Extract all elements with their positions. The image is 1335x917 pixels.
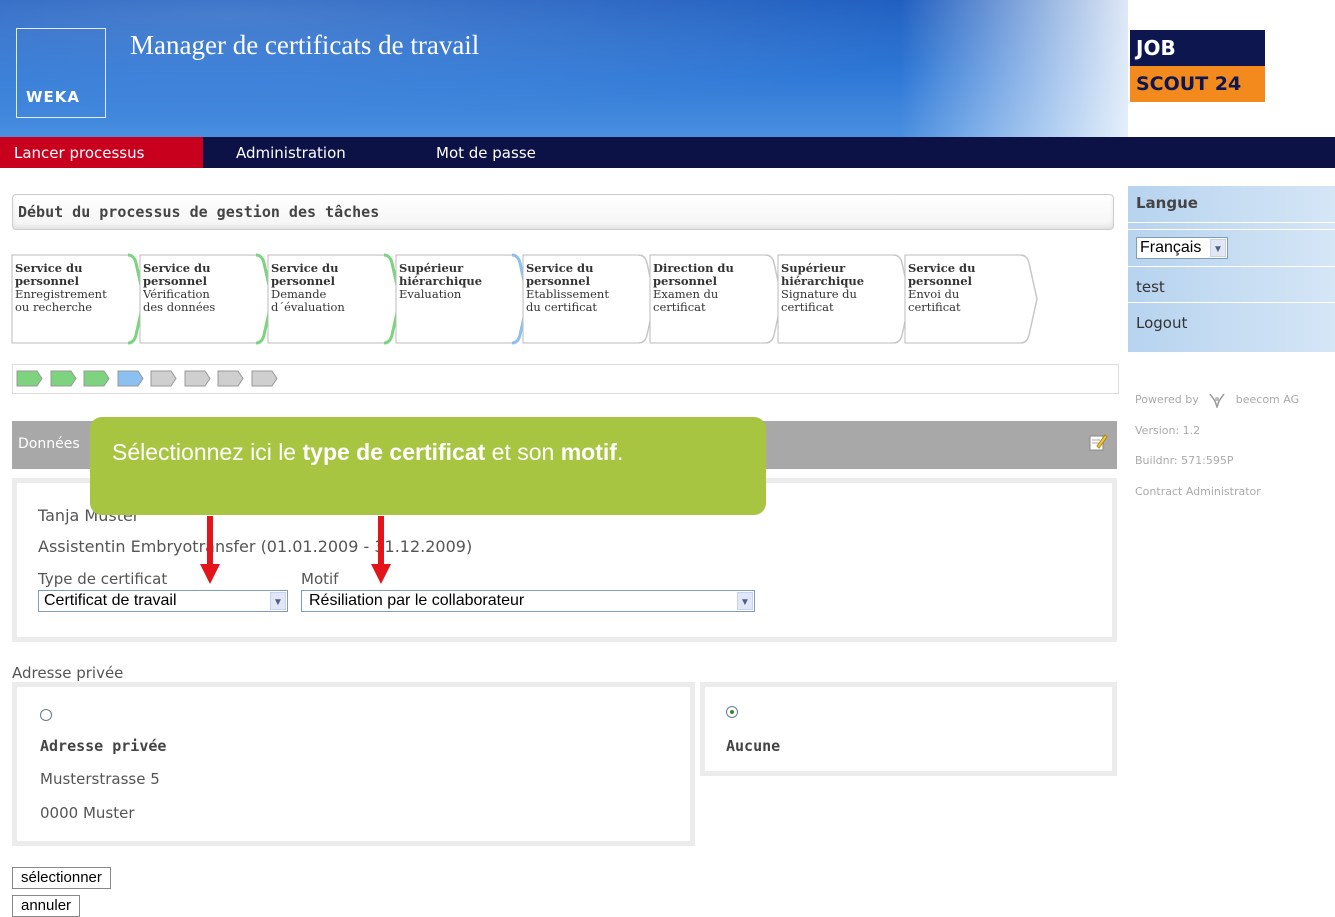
process-step-line: Evaluation	[399, 287, 462, 301]
jobscout-logo-top: JOB	[1130, 30, 1265, 66]
select-button[interactable]: sélectionner	[12, 867, 111, 889]
language-select[interactable]: Français ▼	[1136, 237, 1228, 259]
process-step-line: d´évaluation	[271, 300, 345, 314]
progress-chip	[251, 370, 278, 387]
process-step-line: du certificat	[526, 300, 598, 314]
employee-job: Assistentin Embryotransfer (01.01.2009 -…	[38, 537, 473, 556]
jobscout-logo: JOB SCOUT 24	[1130, 30, 1265, 102]
process-step-label: Service du personnel Enregistrement ou rech…	[15, 262, 107, 314]
progress-chip	[150, 370, 177, 387]
process-step: Service du personnel Enregistrement ou rech…	[10, 253, 146, 345]
private-address-section-label: Adresse privée	[12, 664, 124, 682]
powered-by-line: Powered by beecom AG	[1135, 392, 1300, 410]
process-step-line: certificat	[908, 300, 961, 314]
progress-chip	[16, 370, 43, 387]
no-address-radio[interactable]	[726, 706, 738, 718]
progress-track	[12, 364, 1119, 394]
nav-administration[interactable]: Administration	[236, 137, 346, 168]
data-section-title: Données	[18, 436, 80, 452]
process-step-label: Service du personnel Demande d´évaluation	[271, 262, 345, 314]
sidebar-divider	[1128, 302, 1335, 303]
chevron-down-icon: ▼	[737, 592, 753, 610]
process-step-label: Supérieur hiérarchique Evaluation	[399, 262, 482, 301]
process-step: Supérieur hiérarchique Evaluation	[394, 253, 530, 345]
process-step-label: Service du personnel Vérification des donné…	[143, 262, 215, 314]
progress-chip	[217, 370, 244, 387]
edit-icon[interactable]	[1088, 432, 1108, 452]
progress-chip	[83, 370, 110, 387]
beecom-logo-icon	[1209, 393, 1225, 410]
chevron-down-icon: ▼	[270, 592, 286, 610]
progress-chip	[117, 370, 144, 387]
no-address-option	[700, 682, 1117, 776]
language-select-value: Français	[1140, 239, 1202, 256]
callout-text: Sélectionnez ici le type de certificat e…	[112, 435, 732, 469]
process-step: Service du personnel Demande d´évaluation	[266, 253, 402, 345]
tutorial-callout: Sélectionnez ici le type de certificat e…	[90, 417, 766, 515]
logout-link[interactable]: Logout	[1136, 314, 1187, 332]
process-step: Service du personnel Etablissement du certi…	[521, 253, 656, 345]
cancel-button[interactable]: annuler	[12, 895, 81, 917]
nav-lancer-processus[interactable]: Lancer processus	[0, 137, 203, 168]
sidebar-divider	[1128, 266, 1335, 267]
private-address-radio[interactable]	[40, 709, 52, 721]
certificate-type-label: Type de certificat	[38, 570, 168, 588]
main-nav: Lancer processus Administration Mot de p…	[0, 137, 1335, 168]
callout-emphasis: type de certificat	[302, 439, 486, 465]
nav-mot-de-passe[interactable]: Mot de passe	[436, 137, 536, 168]
chevron-down-icon: ▼	[1210, 239, 1226, 257]
process-step-label: Direction du personnel Examen du certificat	[653, 262, 734, 314]
version-info: Version: 1.2	[1135, 424, 1201, 437]
address-street: Musterstrasse 5	[40, 770, 160, 788]
callout-text-part: .	[616, 439, 624, 465]
header-fade	[900, 0, 1140, 137]
process-step: Direction du personnel Examen du certificat	[648, 253, 783, 345]
progress-chip	[184, 370, 211, 387]
callout-emphasis: motif	[560, 439, 617, 465]
no-address-title: Aucune	[726, 737, 781, 755]
process-step-line: des données	[143, 300, 216, 314]
app-title: Manager de certificats de travail	[130, 30, 480, 60]
process-step: Service du personnel Envoi du certificat	[903, 253, 1038, 345]
language-heading: Langue	[1128, 186, 1335, 223]
current-user: test	[1136, 278, 1165, 296]
process-step-label: Service du personnel Envoi du certificat	[908, 262, 975, 314]
process-step-line: certificat	[781, 300, 834, 314]
language-title: Langue	[1136, 194, 1198, 212]
process-step: Supérieur hiérarchique Signature du certifi…	[776, 253, 911, 345]
certificate-type-value: Certificat de travail	[44, 592, 177, 609]
callout-text-part: et son	[485, 439, 561, 465]
process-step-line: certificat	[653, 300, 706, 314]
private-address-title: Adresse privée	[40, 737, 167, 755]
jobscout-logo-bottom: SCOUT 24	[1130, 66, 1265, 102]
process-step-label: Service du personnel Etablissement du certi…	[526, 262, 609, 314]
motif-label: Motif	[301, 570, 339, 588]
company-name: beecom AG	[1235, 393, 1300, 406]
arrow-down-icon	[200, 516, 220, 584]
build-info: Buildnr: 571:595P	[1135, 454, 1234, 467]
arrow-down-icon	[371, 516, 391, 584]
process-step-label: Supérieur hiérarchique Signature du certifi…	[781, 262, 864, 314]
role-info: Contract Administrator	[1135, 485, 1261, 498]
process-title: Début du processus de gestion des tâches	[18, 203, 380, 221]
radio-selected-dot	[730, 710, 734, 714]
address-city: 0000 Muster	[40, 804, 135, 822]
process-step-line: ou recherche	[15, 300, 93, 314]
weka-logo: WEKA	[26, 88, 81, 106]
certificate-type-select[interactable]: Certificat de travail ▼	[38, 590, 288, 612]
callout-text-part: Sélectionnez ici le	[112, 439, 303, 465]
progress-chip	[50, 370, 77, 387]
powered-by-label: Powered by	[1135, 393, 1199, 406]
sidebar-divider	[1128, 229, 1335, 230]
motif-select[interactable]: Résiliation par le collaborateur ▼	[301, 590, 755, 612]
motif-value: Résiliation par le collaborateur	[309, 592, 525, 609]
process-step: Service du personnel Vérification des donné…	[138, 253, 274, 345]
